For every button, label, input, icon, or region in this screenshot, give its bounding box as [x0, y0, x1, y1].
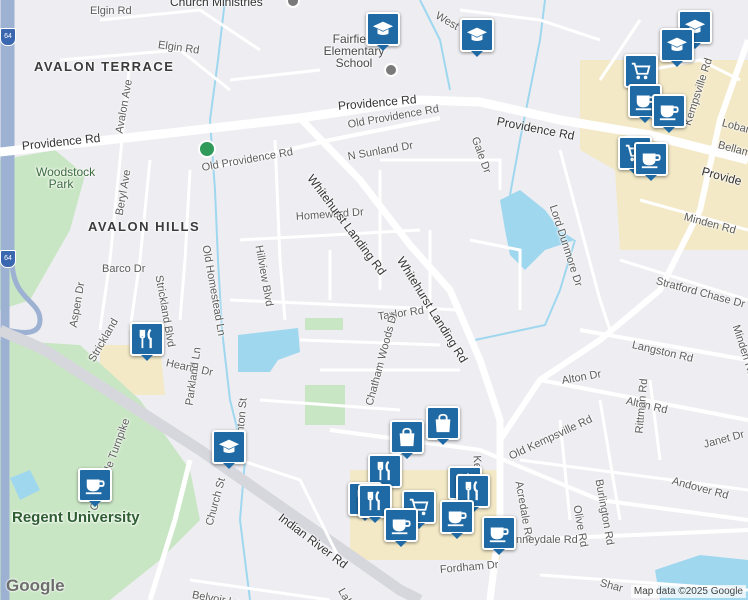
green-space: [305, 318, 343, 330]
cafe-marker[interactable]: [384, 508, 418, 547]
google-logo[interactable]: Google: [6, 576, 65, 596]
restaurant-marker[interactable]: [130, 322, 164, 361]
street-label: Elgin Rd: [90, 5, 132, 17]
cafe-icon: [641, 153, 661, 169]
cafe-icon: [489, 527, 509, 543]
neighborhood-label: AVALON HILLS: [88, 219, 201, 234]
cafe-icon: [391, 519, 411, 535]
school-marker[interactable]: [660, 28, 694, 67]
school-marker[interactable]: [212, 430, 246, 469]
school-marker[interactable]: [366, 12, 400, 51]
cafe-icon: [659, 105, 679, 121]
school-pin-icon[interactable]: [384, 63, 398, 77]
school-marker[interactable]: [460, 18, 494, 57]
map-attribution[interactable]: Map data ©2025 Google: [630, 585, 746, 598]
neighborhood-label: AVALON TERRACE: [34, 59, 175, 74]
shopping-marker[interactable]: [426, 406, 460, 445]
cafe-marker[interactable]: [482, 516, 516, 555]
cafe-icon: [85, 479, 105, 495]
park-pin-icon[interactable]: [198, 140, 216, 158]
map-canvas[interactable]: 64 64 Church Ministries Elgin Rd Elgin R…: [0, 0, 748, 600]
interstate-shield: 64: [0, 28, 16, 46]
cafe-marker[interactable]: [652, 94, 686, 133]
street-label: nneydale Rd: [516, 534, 578, 546]
cafe-marker[interactable]: [440, 500, 474, 539]
cafe-marker[interactable]: [634, 142, 668, 181]
interstate-shield: 64: [0, 250, 16, 268]
route-number: 64: [4, 33, 12, 40]
regent-university-label: Regent University: [12, 509, 140, 526]
woodstock-park-label: Woodstock Park: [36, 165, 96, 191]
shopping-marker[interactable]: [390, 420, 424, 459]
restaurant-icon: [465, 480, 478, 501]
shopping-bag-icon: [399, 427, 415, 447]
church-ministries-label: Church Ministries: [170, 0, 263, 9]
route-number: 64: [4, 255, 12, 262]
pond: [238, 328, 300, 372]
grocery-cart-icon: [631, 62, 651, 80]
cafe-icon: [447, 511, 467, 527]
grocery-marker[interactable]: [624, 54, 658, 93]
school-icon: [666, 37, 688, 51]
restaurant-icon: [367, 490, 380, 511]
restaurant-icon: [377, 460, 390, 481]
stream: [509, 0, 546, 196]
school-icon: [372, 21, 394, 35]
street-label: Barco Dr: [102, 263, 146, 275]
restaurant-icon: [139, 328, 152, 349]
shopping-bag-icon: [435, 413, 451, 433]
school-icon: [466, 27, 488, 41]
school-icon: [218, 439, 240, 453]
cafe-marker[interactable]: [78, 468, 112, 507]
